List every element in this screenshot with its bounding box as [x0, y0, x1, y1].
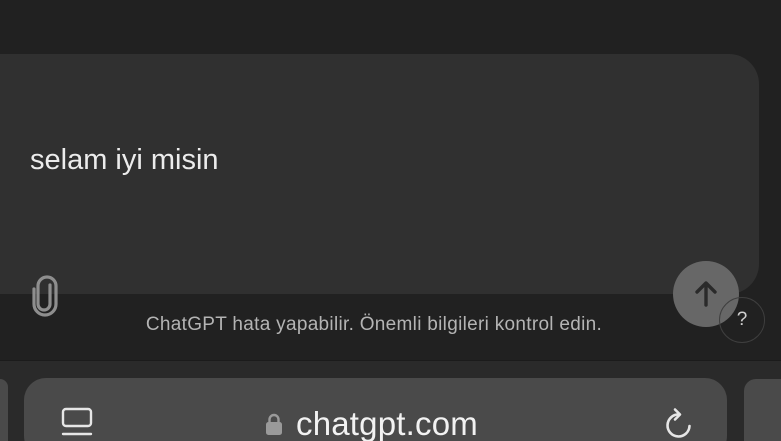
attach-button[interactable]: [26, 274, 64, 318]
tab-overview-icon: [61, 407, 93, 436]
address-bar[interactable]: chatgpt.com: [24, 378, 727, 441]
reload-button[interactable]: [660, 404, 698, 441]
lock-icon: [264, 411, 284, 437]
browser-toolbar: chatgpt.com: [0, 360, 781, 441]
next-tab[interactable]: [744, 379, 781, 441]
message-input[interactable]: selam iyi misin: [30, 143, 219, 177]
reload-icon: [666, 408, 691, 438]
message-composer[interactable]: selam iyi misin: [0, 54, 759, 327]
tab-overview-button[interactable]: [58, 404, 96, 440]
previous-tab[interactable]: [0, 379, 8, 441]
arrow-up-icon: [695, 281, 717, 307]
paperclip-icon: [32, 275, 58, 317]
url-text: chatgpt.com: [296, 405, 478, 441]
disclaimer-text: ChatGPT hata yapabilir. Önemli bilgileri…: [145, 314, 603, 335]
url-display[interactable]: chatgpt.com: [264, 402, 478, 441]
help-button[interactable]: ?: [719, 297, 765, 343]
